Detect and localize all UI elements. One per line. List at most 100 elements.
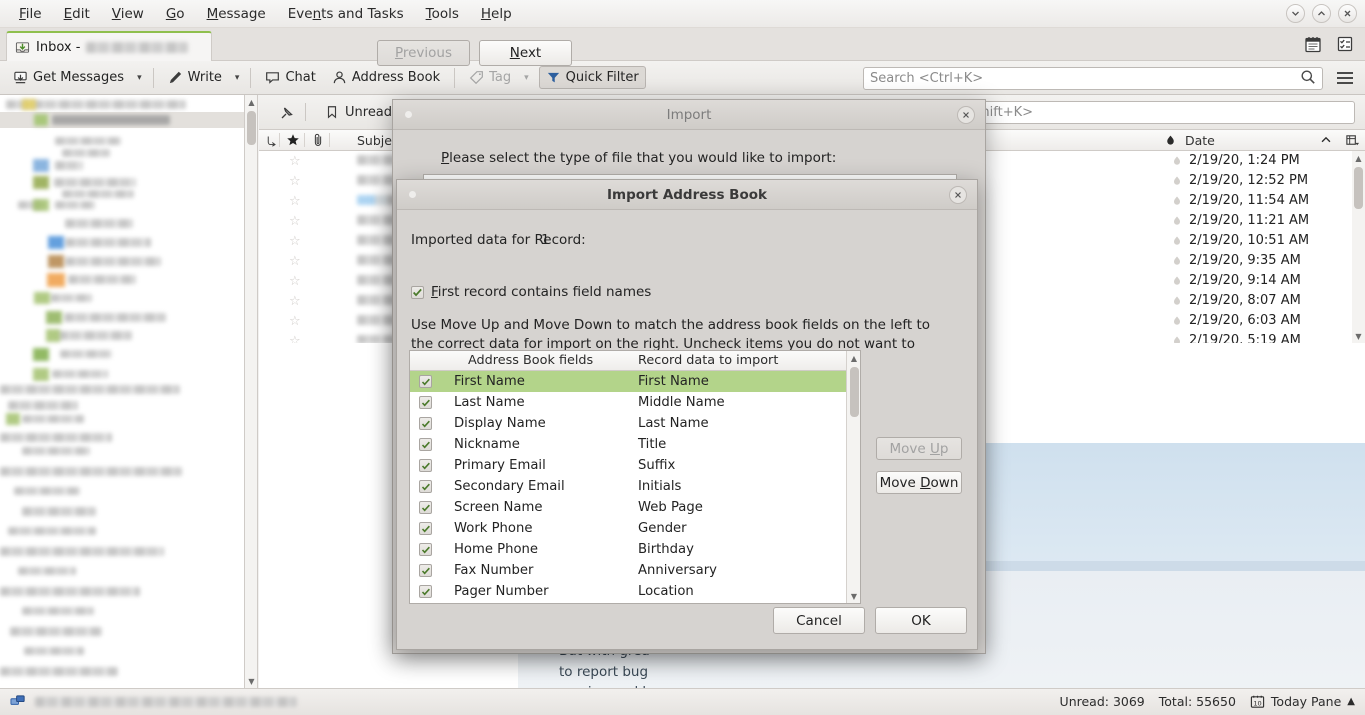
tag-dropdown[interactable]: ▾ xyxy=(520,69,533,87)
import-dialog-close-icon[interactable] xyxy=(957,106,975,124)
star-icon[interactable]: ☆ xyxy=(289,194,301,209)
header-divider-1[interactable] xyxy=(279,133,280,147)
star-icon[interactable]: ☆ xyxy=(289,154,301,169)
row-checkbox[interactable] xyxy=(419,564,432,577)
field-mapping-grid[interactable]: Address Book fields Record data to impor… xyxy=(409,350,861,604)
field-mapping-rows[interactable]: First Name First Name Last Name Middle N… xyxy=(410,371,847,604)
folder-scroll-up-arrow[interactable]: ▲ xyxy=(245,95,258,109)
today-pane-caret-icon[interactable]: ▲ xyxy=(1347,696,1355,707)
maximize-button[interactable] xyxy=(1312,4,1331,23)
menu-edit[interactable]: Edit xyxy=(53,4,101,24)
star-icon[interactable]: ☆ xyxy=(289,214,301,229)
move-down-button[interactable]: Move Down xyxy=(876,471,962,494)
table-row[interactable]: Secondary Email Initials xyxy=(410,476,847,497)
menu-message[interactable]: Message xyxy=(196,4,277,24)
star-icon[interactable]: ☆ xyxy=(289,294,301,309)
get-messages-dropdown[interactable]: ▾ xyxy=(133,69,146,87)
menu-events-and-tasks[interactable]: Events and Tasks xyxy=(277,4,415,24)
date-clock-column-header[interactable] xyxy=(1164,130,1177,150)
folder-pane[interactable] xyxy=(0,95,245,688)
row-checkbox[interactable] xyxy=(419,417,432,430)
star-icon[interactable]: ☆ xyxy=(289,274,301,289)
minimize-button[interactable] xyxy=(1286,4,1305,23)
tag-button[interactable]: Tag xyxy=(462,66,518,89)
table-row[interactable]: Last Name Middle Name xyxy=(410,392,847,413)
row-checkbox[interactable] xyxy=(419,585,432,598)
menu-go[interactable]: Go xyxy=(155,4,196,24)
table-row[interactable]: Home Phone Birthday xyxy=(410,539,847,560)
tab-inbox[interactable]: Inbox - xyxy=(6,31,212,61)
header-divider-2[interactable] xyxy=(304,133,305,147)
grid-scroll-down-arrow[interactable]: ▼ xyxy=(847,589,861,603)
date-column-header[interactable]: Date xyxy=(1185,130,1215,150)
previous-button[interactable]: Previous xyxy=(377,40,470,66)
star-icon[interactable]: ☆ xyxy=(289,174,301,189)
message-scroll-down-arrow[interactable]: ▼ xyxy=(1352,329,1365,343)
table-row[interactable]: Nickname Title xyxy=(410,434,847,455)
row-checkbox[interactable] xyxy=(419,375,432,388)
table-row[interactable]: Screen Name Web Page xyxy=(410,497,847,518)
row-checkbox[interactable] xyxy=(419,480,432,493)
table-row[interactable]: Primary Email Suffix xyxy=(410,455,847,476)
calendar-icon[interactable] xyxy=(1303,34,1323,54)
quick-filter-button[interactable]: Quick Filter xyxy=(538,66,646,89)
row-checkbox[interactable] xyxy=(419,438,432,451)
star-icon[interactable]: ☆ xyxy=(289,314,301,329)
close-button[interactable] xyxy=(1338,4,1357,23)
app-menu-button[interactable] xyxy=(1335,69,1355,87)
column-picker-icon[interactable] xyxy=(1345,130,1360,150)
write-dropdown[interactable]: ▾ xyxy=(231,69,244,87)
row-checkbox[interactable] xyxy=(419,501,432,514)
cancel-button[interactable]: Cancel xyxy=(773,607,865,634)
move-up-button[interactable]: Move Up xyxy=(876,437,962,460)
grid-scroll-up-arrow[interactable]: ▲ xyxy=(847,351,861,365)
table-row[interactable]: Pager Number Location xyxy=(410,581,847,602)
get-messages-button[interactable]: Get Messages xyxy=(6,66,131,89)
table-row[interactable]: Work Phone Gender xyxy=(410,518,847,539)
today-pane-button[interactable]: 10 Today Pane ▲ xyxy=(1250,694,1355,709)
star-column-header[interactable] xyxy=(286,130,300,150)
write-button[interactable]: Write xyxy=(161,66,229,89)
network-icon[interactable] xyxy=(10,694,27,711)
table-row[interactable]: Mobile Number Language xyxy=(410,602,847,604)
star-icon[interactable]: ☆ xyxy=(289,234,301,249)
attachment-column-header[interactable] xyxy=(311,130,325,150)
grid-scroll-thumb[interactable] xyxy=(849,367,859,417)
star-icon[interactable]: ☆ xyxy=(289,334,301,343)
import-address-book-dialog[interactable]: Import Address Book Imported data for Re… xyxy=(396,179,978,650)
menu-view[interactable]: View xyxy=(101,4,155,24)
menu-tools[interactable]: Tools xyxy=(415,4,470,24)
chat-button[interactable]: Chat xyxy=(258,66,322,89)
folder-scroll-down-arrow[interactable]: ▼ xyxy=(245,674,258,688)
subject-column-header[interactable]: Subje xyxy=(357,130,392,150)
table-row[interactable]: Display Name Last Name xyxy=(410,413,847,434)
first-record-checkbox[interactable] xyxy=(411,285,424,299)
message-list-scrollbar[interactable]: ▲ ▼ xyxy=(1352,151,1365,343)
table-row[interactable]: Fax Number Anniversary xyxy=(410,560,847,581)
header-divider-3[interactable] xyxy=(329,133,330,147)
message-scroll-thumb[interactable] xyxy=(1354,167,1363,209)
menu-file[interactable]: File xyxy=(8,4,53,24)
folder-pane-scrollbar[interactable]: ▲ ▼ xyxy=(245,95,258,688)
row-checkbox[interactable] xyxy=(419,522,432,535)
ok-button[interactable]: OK xyxy=(875,607,967,634)
folder-scroll-thumb[interactable] xyxy=(247,111,256,145)
row-checkbox[interactable] xyxy=(419,396,432,409)
next-button[interactable]: Next xyxy=(479,40,572,66)
first-record-checkbox-row[interactable]: First record contains field names xyxy=(411,284,651,300)
global-search-input[interactable]: Search <Ctrl+K> xyxy=(863,67,1323,90)
row-checkbox[interactable] xyxy=(419,459,432,472)
field-mapping-scrollbar[interactable]: ▲ ▼ xyxy=(846,351,860,603)
unread-filter-button[interactable]: Unread xyxy=(317,102,400,123)
search-icon[interactable] xyxy=(1300,69,1316,89)
pin-icon[interactable] xyxy=(279,105,294,120)
star-icon[interactable]: ☆ xyxy=(289,254,301,269)
menu-help[interactable]: Help xyxy=(470,4,523,24)
iab-dialog-close-icon[interactable] xyxy=(949,186,967,204)
table-row[interactable]: First Name First Name xyxy=(410,371,847,392)
address-book-button[interactable]: Address Book xyxy=(325,66,447,89)
message-scroll-up-arrow[interactable]: ▲ xyxy=(1352,151,1365,165)
folder-list-redacted[interactable] xyxy=(0,95,244,688)
row-checkbox[interactable] xyxy=(419,543,432,556)
tasks-icon[interactable] xyxy=(1335,34,1355,54)
